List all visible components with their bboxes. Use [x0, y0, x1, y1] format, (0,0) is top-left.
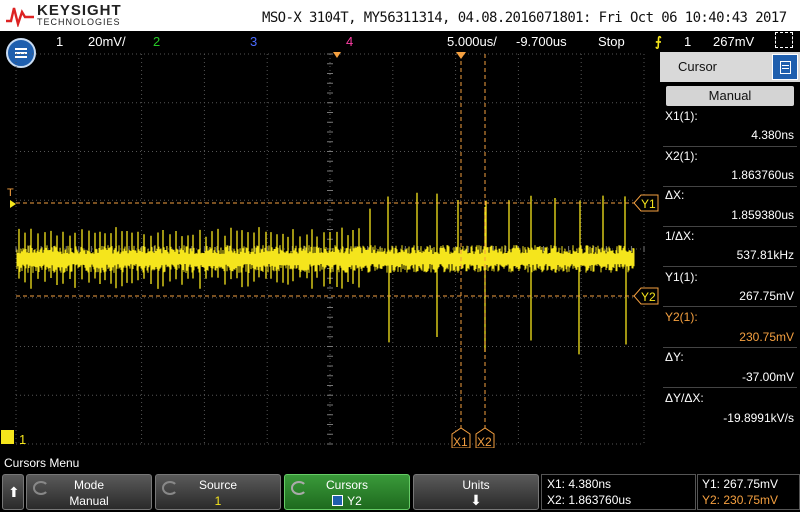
dy-dx-value: -19.8991kV/s — [723, 411, 794, 425]
back-up-button[interactable]: ⬆ — [2, 474, 24, 510]
inverse-delta-x-label: 1/ΔX: — [665, 229, 695, 243]
mode-softkey-label: Mode — [73, 478, 105, 492]
units-softkey[interactable]: Units ⬇ — [413, 474, 539, 510]
trigger-channel: 1 — [684, 34, 692, 49]
svg-text:Y1: Y1 — [641, 197, 656, 211]
units-softkey-label: Units — [462, 478, 490, 492]
delta-x-label: ΔX: — [665, 188, 685, 202]
instrument-info: MSO-X 3104T, MY56311314, 04.08.201607180… — [262, 10, 787, 26]
screen-toggle-icon[interactable] — [775, 32, 793, 48]
readout-y2: Y2: 230.75mV — [702, 493, 779, 507]
status-bar: 1 20mV/ 2 3 4 5.000us/ -9.700us Stop ⨍ 1… — [0, 31, 800, 53]
source-softkey-value: 1 — [214, 494, 222, 508]
svg-text:X1: X1 — [453, 435, 468, 448]
y1-value: 267.75mV — [739, 289, 794, 303]
delta-y-label: ΔY: — [665, 350, 684, 364]
source-softkey-label: Source — [198, 478, 238, 492]
trigger-level-marker[interactable]: T — [7, 187, 16, 208]
run-state[interactable]: Stop — [598, 34, 625, 49]
divider — [663, 186, 797, 187]
divider — [663, 266, 797, 267]
header-bar: KEYSIGHT TECHNOLOGIES MSO-X 3104T, MY563… — [0, 0, 800, 31]
y2-label: Y2(1): — [665, 310, 698, 324]
cursor-y1-tag[interactable]: Y1 — [633, 194, 659, 212]
panel-header: Cursor — [660, 52, 800, 82]
x-cursor-readout: X1: 4.380ns X2: 1.863760us — [541, 474, 696, 510]
time-reference-marker — [333, 52, 341, 58]
divider — [663, 387, 797, 388]
x2-label: X2(1): — [665, 149, 698, 163]
x1-label: X1(1): — [665, 109, 698, 123]
cursor-x2-tag[interactable]: X2 — [475, 427, 495, 448]
up-arrow-icon: ⬆ — [8, 484, 20, 500]
divider — [663, 347, 797, 348]
panel-title: Cursor — [678, 59, 718, 74]
ch3-number[interactable]: 3 — [250, 34, 257, 49]
y1-label: Y1(1): — [665, 270, 698, 284]
waveform-display[interactable]: Y1 Y2 X1 X2 T 1 — [0, 52, 660, 448]
mode-softkey[interactable]: Mode Manual — [26, 474, 152, 510]
cursor-panel: Cursor Manual X1(1): 4.380ns X2(1): 1.86… — [660, 52, 800, 448]
ch1-scale[interactable]: 20mV/ — [88, 34, 126, 49]
delta-x-value: 1.859380us — [731, 208, 794, 222]
y-cursor-readout: Y1: 267.75mV Y2: 230.75mV — [697, 474, 800, 510]
svg-text:T: T — [7, 187, 14, 199]
readout-x2: X2: 1.863760us — [547, 493, 632, 507]
trigger-level[interactable]: 267mV — [713, 34, 754, 49]
brand-subtitle: TECHNOLOGIES — [37, 17, 121, 27]
x1-value: 4.380ns — [751, 128, 794, 142]
ch1-number[interactable]: 1 — [56, 34, 63, 49]
cursor-x1-tag[interactable]: X1 — [451, 427, 471, 448]
divider — [663, 146, 797, 147]
ch1-waveform-spikes — [18, 192, 627, 355]
svg-text:1: 1 — [19, 432, 26, 447]
inverse-delta-x-value: 537.81kHz — [736, 248, 794, 262]
ch4-number[interactable]: 4 — [346, 34, 353, 49]
ch2-number[interactable]: 2 — [153, 34, 160, 49]
source-softkey[interactable]: Source 1 — [155, 474, 281, 510]
cursors-softkey-label: Cursors — [325, 478, 368, 492]
timebase-scale[interactable]: 5.000us/ — [447, 34, 497, 49]
cursor-mode-display[interactable]: Manual — [666, 86, 794, 106]
svg-text:X2: X2 — [477, 435, 492, 448]
cursor-y2-tag[interactable]: Y2 — [633, 287, 659, 305]
delta-y-value: -37.00mV — [741, 370, 794, 384]
divider — [663, 306, 797, 307]
ch1-waveform — [16, 245, 635, 273]
menu-title: Cursors Menu — [4, 456, 80, 470]
dy-dx-label: ΔY/ΔX: — [665, 391, 704, 405]
down-arrow-icon: ⬇ — [470, 492, 482, 508]
x2-value: 1.863760us — [731, 168, 794, 182]
cursors-softkey-value: Y2 — [347, 494, 362, 508]
readout-x1: X1: 4.380ns — [547, 477, 612, 491]
cursors-softkey[interactable]: Cursors Y2 — [284, 474, 410, 510]
cursors-softkey-value-row: Y2 — [285, 494, 409, 508]
trigger-position-marker — [456, 52, 466, 59]
keysight-logo-icon — [6, 7, 34, 27]
ch1-ground-marker[interactable]: 1 — [1, 430, 26, 447]
panel-menu-icon[interactable] — [772, 54, 798, 80]
trigger-edge-icon: ⨍ — [655, 34, 662, 49]
divider — [663, 226, 797, 227]
readout-y1: Y1: 267.75mV — [702, 477, 779, 491]
y2-value: 230.75mV — [739, 330, 794, 344]
mode-softkey-value: Manual — [69, 494, 109, 508]
time-delay[interactable]: -9.700us — [516, 34, 567, 49]
svg-text:Y2: Y2 — [641, 290, 656, 304]
selected-box-icon — [332, 495, 344, 506]
